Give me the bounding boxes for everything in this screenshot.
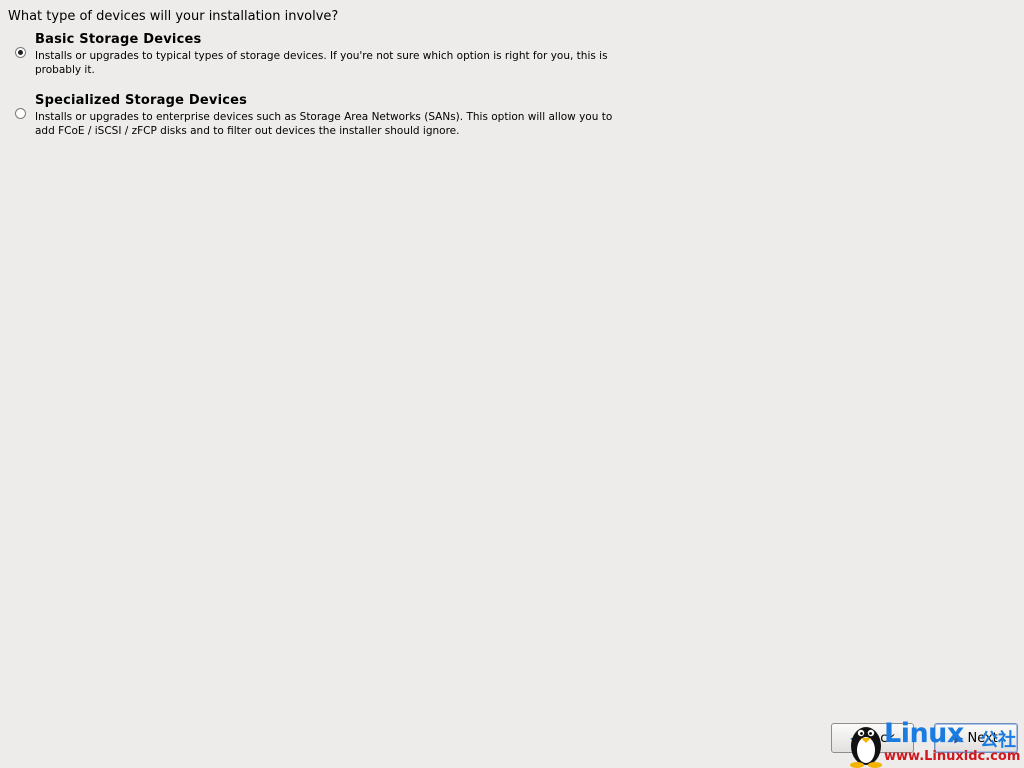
option-basic-description: Installs or upgrades to typical types of…	[35, 50, 608, 76]
arrow-right-icon: ▶	[954, 731, 964, 745]
page-question: What type of devices will your installat…	[8, 9, 339, 24]
next-button-label: Next	[967, 731, 998, 746]
option-specialized-title[interactable]: Specialized Storage Devices	[35, 93, 635, 109]
next-button[interactable]: ▶ Next	[934, 723, 1018, 753]
option-specialized-description: Installs or upgrades to enterprise devic…	[35, 111, 613, 137]
option-specialized-text: Specialized Storage Devices Installs or …	[35, 93, 635, 138]
radio-specialized-storage[interactable]	[15, 108, 26, 119]
arrow-left-icon: ◀	[850, 731, 860, 745]
option-basic-title[interactable]: Basic Storage Devices	[35, 32, 635, 48]
back-button[interactable]: ◀ Back	[831, 723, 914, 753]
storage-device-selection-page: What type of devices will your installat…	[0, 0, 1024, 768]
option-basic-text: Basic Storage Devices Installs or upgrad…	[35, 32, 635, 77]
back-button-label: Back	[863, 731, 895, 746]
radio-basic-storage[interactable]	[15, 47, 26, 58]
